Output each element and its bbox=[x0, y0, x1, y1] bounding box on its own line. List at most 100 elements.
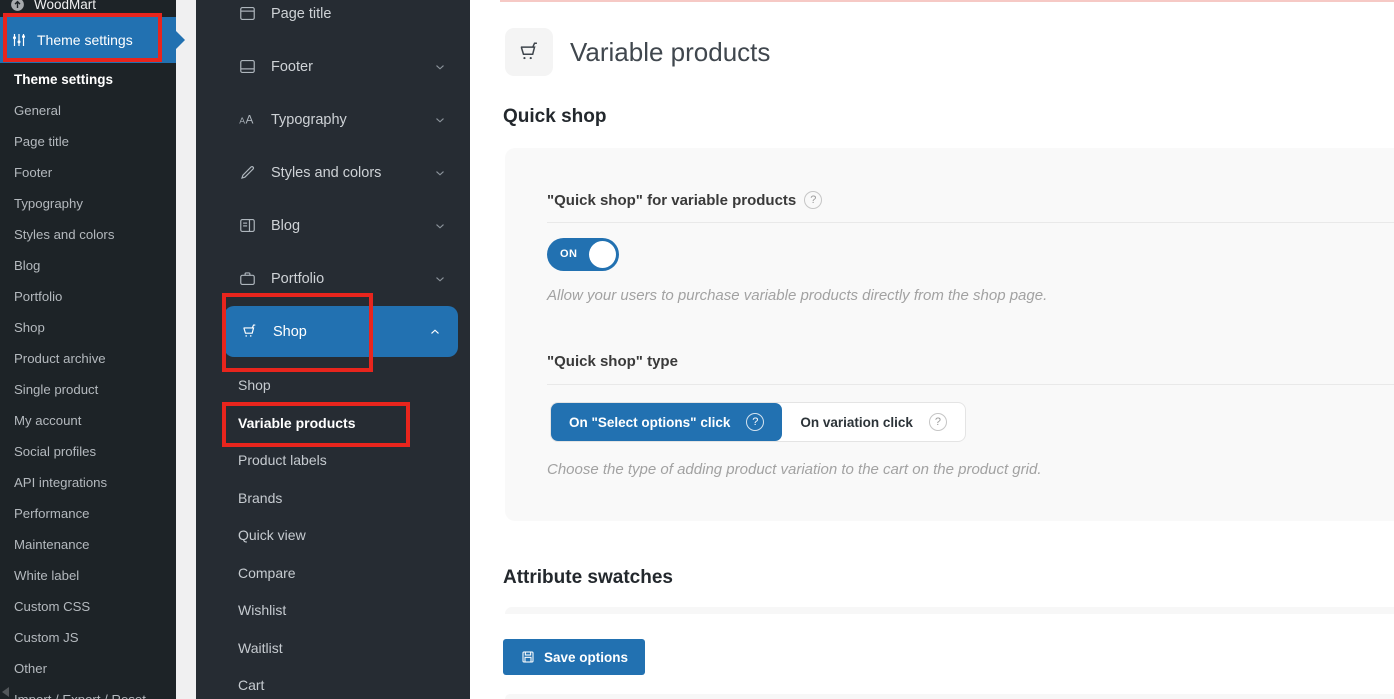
typography-icon: AA bbox=[238, 110, 257, 129]
active-item-arrow-icon bbox=[176, 31, 185, 49]
woodmart-theme-settings-screen: WoodMart Theme settings Theme settings G… bbox=[0, 0, 1394, 699]
page-title-icon bbox=[238, 4, 257, 23]
sidebar-item-portfolio[interactable]: Portfolio bbox=[0, 281, 176, 312]
sidebar-item-my-account[interactable]: My account bbox=[0, 405, 176, 436]
panel-item-footer[interactable]: Footer bbox=[196, 40, 470, 93]
sidebar-item-custom-js[interactable]: Custom JS bbox=[0, 622, 176, 653]
sub-item-wishlist[interactable]: Wishlist bbox=[196, 592, 470, 630]
sidebar-item-api-integrations[interactable]: API integrations bbox=[0, 467, 176, 498]
sidebar-item-typography[interactable]: Typography bbox=[0, 188, 176, 219]
sidebar-item-blog[interactable]: Blog bbox=[0, 250, 176, 281]
chevron-down-icon bbox=[433, 166, 447, 180]
panel-item-label: Portfolio bbox=[271, 271, 324, 287]
brush-icon bbox=[238, 163, 257, 182]
sidebar-gap bbox=[176, 0, 196, 699]
sub-item-variable-products[interactable]: Variable products bbox=[196, 405, 470, 443]
chevron-up-icon bbox=[428, 325, 442, 339]
panel-item-typography[interactable]: AA Typography bbox=[196, 93, 470, 146]
panel-item-shop-active[interactable]: Shop bbox=[224, 306, 458, 357]
sidebar-item-import-export-reset[interactable]: Import / Export / Reset bbox=[0, 684, 176, 699]
sidebar-item-label: WoodMart bbox=[34, 0, 96, 12]
cart-icon bbox=[240, 322, 259, 341]
sub-item-waitlist[interactable]: Waitlist bbox=[196, 630, 470, 668]
panel-item-label: Page title bbox=[271, 6, 331, 22]
page-title: Variable products bbox=[570, 37, 770, 68]
briefcase-icon bbox=[238, 269, 257, 288]
page-icon-box bbox=[505, 28, 553, 76]
save-button-label: Save options bbox=[544, 650, 628, 665]
save-icon bbox=[520, 649, 536, 665]
next-section-edge bbox=[505, 694, 1394, 699]
attribute-swatches-section-edge bbox=[505, 607, 1394, 614]
sidebar-item-other[interactable]: Other bbox=[0, 653, 176, 684]
help-icon[interactable]: ? bbox=[804, 191, 822, 209]
sub-item-compare[interactable]: Compare bbox=[196, 555, 470, 593]
panel-item-label: Typography bbox=[271, 112, 347, 128]
chevron-down-icon bbox=[433, 113, 447, 127]
sidebar-item-styles-and-colors[interactable]: Styles and colors bbox=[0, 219, 176, 250]
sidebar-item-maintenance[interactable]: Maintenance bbox=[0, 529, 176, 560]
footer-icon bbox=[238, 57, 257, 76]
help-icon[interactable]: ? bbox=[929, 413, 947, 431]
chevron-down-icon bbox=[433, 219, 447, 233]
sidebar-item-social-profiles[interactable]: Social profiles bbox=[0, 436, 176, 467]
cart-icon bbox=[516, 39, 542, 65]
sub-item-shop[interactable]: Shop bbox=[196, 367, 470, 405]
divider bbox=[547, 384, 1394, 385]
quick-shop-type-control: On "Select options" click ? On variation… bbox=[550, 402, 966, 442]
sub-item-cart[interactable]: Cart bbox=[196, 667, 470, 699]
sidebar-item-footer[interactable]: Footer bbox=[0, 157, 176, 188]
save-options-button[interactable]: Save options bbox=[503, 639, 645, 675]
sidebar-item-theme-settings[interactable]: Theme settings bbox=[0, 17, 176, 63]
shop-submenu: Shop Variable products Product labels Br… bbox=[196, 357, 470, 699]
panel-item-blog[interactable]: Blog bbox=[196, 199, 470, 252]
help-icon[interactable]: ? bbox=[746, 413, 764, 431]
sidebar-item-shop[interactable]: Shop bbox=[0, 312, 176, 343]
sub-item-brands[interactable]: Brands bbox=[196, 480, 470, 518]
sidebar-item-product-archive[interactable]: Product archive bbox=[0, 343, 176, 374]
type-option-variation-click[interactable]: On variation click ? bbox=[782, 403, 965, 441]
sliders-icon bbox=[10, 31, 28, 49]
main-content: Variable products Quick shop "Quick shop… bbox=[470, 0, 1394, 699]
panel-item-label: Blog bbox=[271, 218, 300, 234]
option-description: Allow your users to purchase variable pr… bbox=[547, 287, 1047, 304]
blog-icon bbox=[238, 216, 257, 235]
section-heading-quick-shop: Quick shop bbox=[503, 106, 606, 128]
sidebar-item-general[interactable]: General bbox=[0, 95, 176, 126]
sidebar-item-label: Theme settings bbox=[37, 32, 133, 48]
sub-item-quick-view[interactable]: Quick view bbox=[196, 517, 470, 555]
divider bbox=[547, 222, 1394, 223]
collapse-menu-icon[interactable] bbox=[2, 687, 9, 697]
option-label-quick-shop-toggle: "Quick shop" for variable products ? bbox=[547, 191, 822, 209]
option-description: Choose the type of adding product variat… bbox=[547, 461, 1041, 478]
chevron-down-icon bbox=[433, 272, 447, 286]
sidebar-item-custom-css[interactable]: Custom CSS bbox=[0, 591, 176, 622]
quick-shop-section: "Quick shop" for variable products ? ON … bbox=[505, 148, 1394, 521]
quick-shop-toggle[interactable]: ON bbox=[547, 238, 619, 271]
panel-item-styles-and-colors[interactable]: Styles and colors bbox=[196, 146, 470, 199]
theme-settings-panel: Page title Footer AA Typography bbox=[196, 0, 470, 699]
chevron-down-icon bbox=[433, 60, 447, 74]
sub-item-product-labels[interactable]: Product labels bbox=[196, 442, 470, 480]
panel-menu: Page title Footer AA Typography bbox=[196, 0, 470, 699]
sidebar-submenu: General Page title Footer Typography Sty… bbox=[0, 95, 176, 699]
panel-item-page-title[interactable]: Page title bbox=[196, 0, 470, 40]
type-option-select-options-click[interactable]: On "Select options" click ? bbox=[551, 403, 782, 441]
panel-item-label: Footer bbox=[271, 59, 313, 75]
toggle-state-label: ON bbox=[560, 248, 577, 260]
sidebar-item-performance[interactable]: Performance bbox=[0, 498, 176, 529]
sidebar-item-white-label[interactable]: White label bbox=[0, 560, 176, 591]
sidebar-item-page-title[interactable]: Page title bbox=[0, 126, 176, 157]
section-heading-attribute-swatches: Attribute swatches bbox=[503, 567, 673, 589]
panel-item-portfolio[interactable]: Portfolio bbox=[196, 252, 470, 305]
option-label-quick-shop-type: "Quick shop" type bbox=[547, 353, 678, 370]
sidebar-item-woodmart[interactable]: WoodMart bbox=[0, 0, 176, 17]
svg-text:A: A bbox=[246, 112, 254, 126]
annotation-line-top bbox=[500, 0, 1394, 2]
sidebar-item-single-product[interactable]: Single product bbox=[0, 374, 176, 405]
svg-text:A: A bbox=[239, 115, 245, 125]
toggle-knob-icon bbox=[589, 241, 616, 268]
sidebar-section-heading: Theme settings bbox=[0, 63, 176, 93]
panel-item-label: Shop bbox=[273, 324, 307, 340]
woodmart-logo-icon bbox=[9, 0, 26, 13]
